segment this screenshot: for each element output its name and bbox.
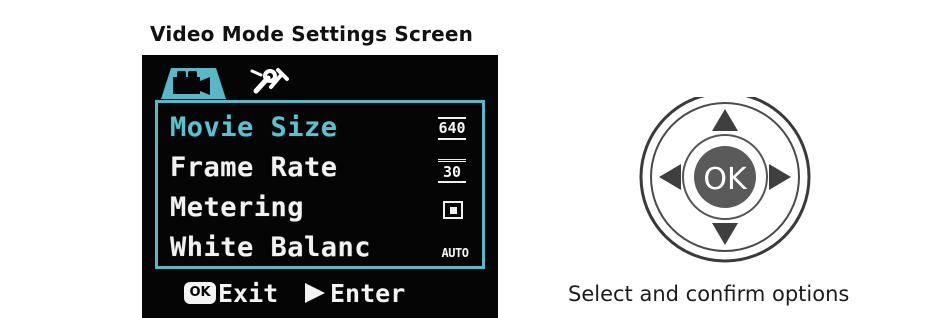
ok-button-label: OK (703, 162, 748, 197)
menu-item-frame-rate[interactable]: Frame Rate (170, 149, 338, 187)
frame-rate-value: 30 (438, 159, 466, 183)
menu-item-white-balance[interactable]: White Balanc (170, 229, 371, 267)
enter-label: Enter (330, 279, 406, 308)
tools-tab-icon[interactable] (248, 67, 292, 97)
page-title: Video Mode Settings Screen (150, 22, 474, 46)
settings-menu: Movie Size 640 Frame Rate 30 Metering Wh… (155, 100, 485, 269)
exit-label: Exit (218, 279, 279, 308)
play-icon (305, 283, 325, 303)
white-balance-value: AUTO (441, 246, 469, 260)
ok-badge-icon: OK (184, 282, 216, 304)
dpad-control[interactable]: OK (632, 97, 818, 283)
movie-size-value: 640 (438, 117, 466, 140)
dpad-caption: Select and confirm options (568, 282, 850, 306)
metering-icon (443, 201, 463, 219)
camera-settings-screen: Movie Size 640 Frame Rate 30 Metering Wh… (142, 55, 498, 318)
menu-item-movie-size[interactable]: Movie Size (170, 109, 338, 147)
menu-item-metering[interactable]: Metering (170, 189, 304, 227)
movie-camera-tab-icon[interactable] (153, 65, 227, 101)
